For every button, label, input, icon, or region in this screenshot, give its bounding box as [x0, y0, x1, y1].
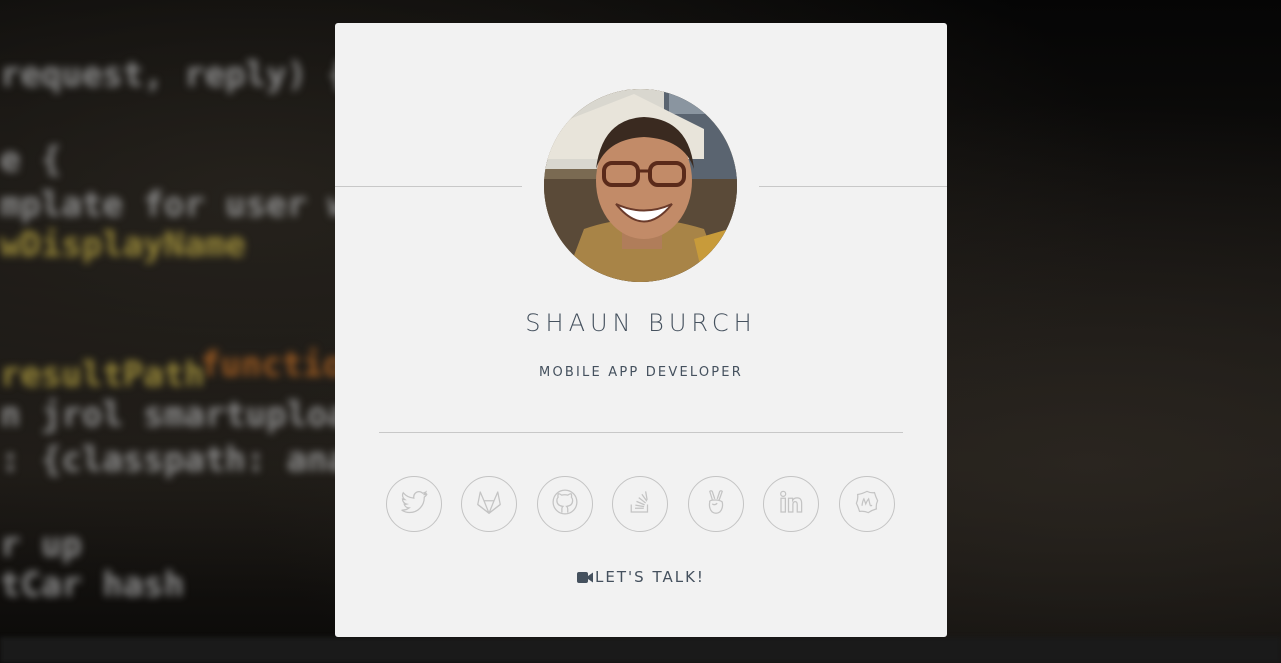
background-code-line: n jrol smartuploa	[0, 395, 348, 435]
gitlab-icon	[474, 487, 504, 521]
linkedin-link[interactable]	[763, 476, 819, 532]
background-code-line: resultPath	[0, 355, 205, 395]
background-code-line: request, reply) {	[0, 55, 348, 95]
profile-card: SHAUN BURCH MOBILE APP DEVELOPER LET'S T…	[335, 23, 947, 637]
background-code-line: mplate for user wit	[0, 185, 389, 225]
background-strip	[0, 637, 1281, 663]
angellist-link[interactable]	[688, 476, 744, 532]
github-link[interactable]	[537, 476, 593, 532]
lets-talk-label: LET'S TALK!	[595, 568, 705, 586]
github-icon	[550, 487, 580, 521]
gitlab-link[interactable]	[461, 476, 517, 532]
header-divider-left	[335, 186, 522, 187]
background-code-line: r up	[0, 525, 82, 565]
social-links	[386, 476, 896, 532]
background-code-line: tCar hash	[0, 565, 185, 605]
stackoverflow-icon	[625, 487, 655, 521]
stackoverflow-link[interactable]	[612, 476, 668, 532]
meetup-link[interactable]	[839, 476, 895, 532]
avatar	[544, 89, 737, 282]
twitter-icon	[399, 487, 429, 521]
video-camera-icon	[577, 569, 594, 587]
linkedin-icon	[776, 487, 806, 521]
background-code-line: : {classpath: ana m	[0, 440, 389, 480]
angellist-icon	[701, 487, 731, 521]
lets-talk-link[interactable]: LET'S TALK!	[335, 568, 947, 587]
section-divider	[379, 432, 903, 433]
profile-name: SHAUN BURCH	[525, 309, 757, 337]
profile-title: MOBILE APP DEVELOPER	[539, 365, 743, 380]
meetup-icon	[852, 487, 882, 521]
background-code-line: e {	[0, 140, 62, 180]
twitter-link[interactable]	[386, 476, 442, 532]
header-divider-right	[759, 186, 947, 187]
background-code-line: wDisplayName	[0, 225, 246, 265]
